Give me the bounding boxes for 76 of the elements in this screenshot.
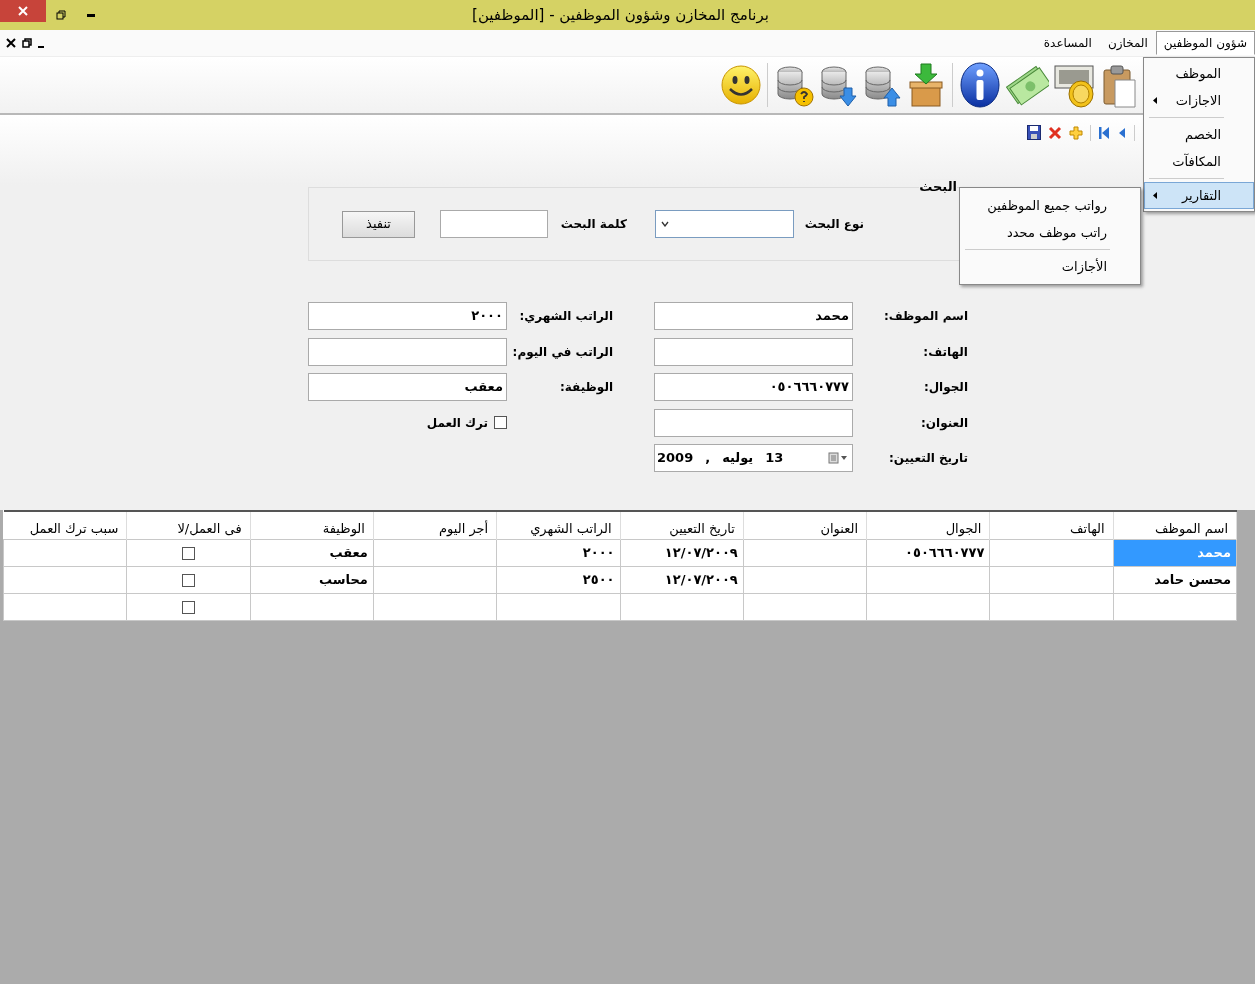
text-field[interactable]: معقب (308, 373, 507, 401)
search-type-dropdown[interactable] (655, 210, 794, 238)
first-record-icon[interactable] (1098, 125, 1110, 140)
menu-item[interactable]: الأجازات (960, 253, 1140, 280)
menu-item[interactable]: المكافآت (1144, 148, 1254, 175)
menu-item[interactable]: المساعدة (1035, 31, 1100, 55)
field-label: العنوان: (921, 414, 968, 432)
clipboard-icon[interactable] (1101, 62, 1137, 108)
field-label: تاريخ التعيين: (889, 450, 968, 467)
previous-record-icon[interactable] (1117, 125, 1127, 140)
column-header: فى العمل/لا (126, 511, 251, 539)
column-header: اسم الموظف (1113, 511, 1237, 539)
column-header: الراتب الشهري (496, 511, 620, 539)
calendar-icon[interactable] (828, 452, 848, 464)
add-icon[interactable] (1069, 125, 1083, 140)
menu-item[interactable]: راتب موظف محدد (960, 219, 1140, 246)
close-button[interactable] (0, 0, 46, 22)
checkbox[interactable] (494, 416, 507, 429)
text-field[interactable] (654, 337, 853, 366)
text-field[interactable] (308, 337, 507, 366)
field-label: كلمة البحث (559, 216, 627, 233)
table-cell: محاسب (250, 566, 374, 593)
field-label: الوظيفة: (559, 379, 613, 396)
column-header: الجوال (866, 511, 990, 539)
text-field[interactable]: ٠٥٠٦٦٦٠٧٧٧ (654, 373, 853, 401)
save-icon[interactable] (1027, 125, 1041, 140)
close-icon[interactable] (6, 38, 16, 48)
field-label: نوع البحث (804, 216, 864, 233)
cash-coin-icon[interactable] (1053, 62, 1097, 108)
menu-item[interactable]: الموظف (1144, 60, 1254, 87)
checkbox[interactable] (181, 546, 195, 560)
smiley-icon[interactable] (721, 64, 761, 106)
window-title: برنامج المخازن وشؤون الموظفين - [الموظفين] (471, 4, 770, 26)
text-field[interactable] (654, 408, 853, 437)
table-cell: ٢٥٠٠ (496, 566, 620, 593)
column-header: الوظيفة (250, 511, 374, 539)
execute-button[interactable]: تنفيذ (342, 210, 415, 238)
table-cell: ١٢/٠٧/٢٠٠٩ (620, 566, 744, 593)
column-header: العنوان (743, 511, 867, 539)
delete-icon[interactable] (1048, 125, 1062, 140)
table-cell: ٠٥٠٦٦٦٠٧٧٧ (866, 539, 990, 566)
field-label: الهاتف: (923, 343, 968, 361)
column-header: أجر اليوم (373, 511, 497, 539)
minimize-icon (87, 13, 95, 17)
table-cell: ٢٠٠٠ (496, 539, 620, 566)
menu-item[interactable]: شؤون الموظفين (1155, 31, 1255, 55)
table-cell: محمد (1113, 539, 1237, 566)
chevron-down-icon (661, 221, 669, 227)
search-word-field[interactable] (440, 210, 548, 238)
menu-item[interactable]: رواتب جميع الموظفين (960, 192, 1140, 219)
checkbox-label: ترك العمل (426, 414, 488, 432)
checkbox[interactable] (181, 573, 195, 587)
menu-item[interactable]: الاجازات (1144, 87, 1254, 114)
text-field[interactable]: محمد (654, 302, 853, 330)
field-label: الراتب الشهري: (519, 308, 613, 325)
menu-item[interactable]: الخصم (1144, 121, 1254, 148)
restore-icon (56, 10, 66, 20)
close-icon (17, 5, 29, 17)
menu-item[interactable]: التقارير (1144, 182, 1254, 209)
info-icon[interactable] (959, 62, 1001, 108)
field-label: اسم الموظف: (883, 308, 968, 325)
text-field[interactable]: ٢٠٠٠ (308, 302, 507, 330)
box-download-icon[interactable] (906, 62, 946, 108)
table-cell: محسن حامد (1113, 566, 1237, 593)
restore-icon[interactable] (22, 38, 32, 48)
field-label: الجوال: (923, 379, 968, 396)
checkbox[interactable] (181, 600, 195, 614)
table-cell: معقب (250, 539, 374, 566)
column-header: سبب ترك العمل (3, 511, 127, 539)
minimize-icon[interactable] (38, 44, 44, 48)
group-title: البحث (919, 179, 957, 195)
column-header: تاريخ التعيين (620, 511, 744, 539)
table-cell: ١٢/٠٧/٢٠٠٩ (620, 539, 744, 566)
menu-item[interactable]: المخازن (1099, 31, 1156, 55)
column-header: الهاتف (989, 511, 1114, 539)
field-label: الراتب في اليوم: (512, 343, 613, 361)
